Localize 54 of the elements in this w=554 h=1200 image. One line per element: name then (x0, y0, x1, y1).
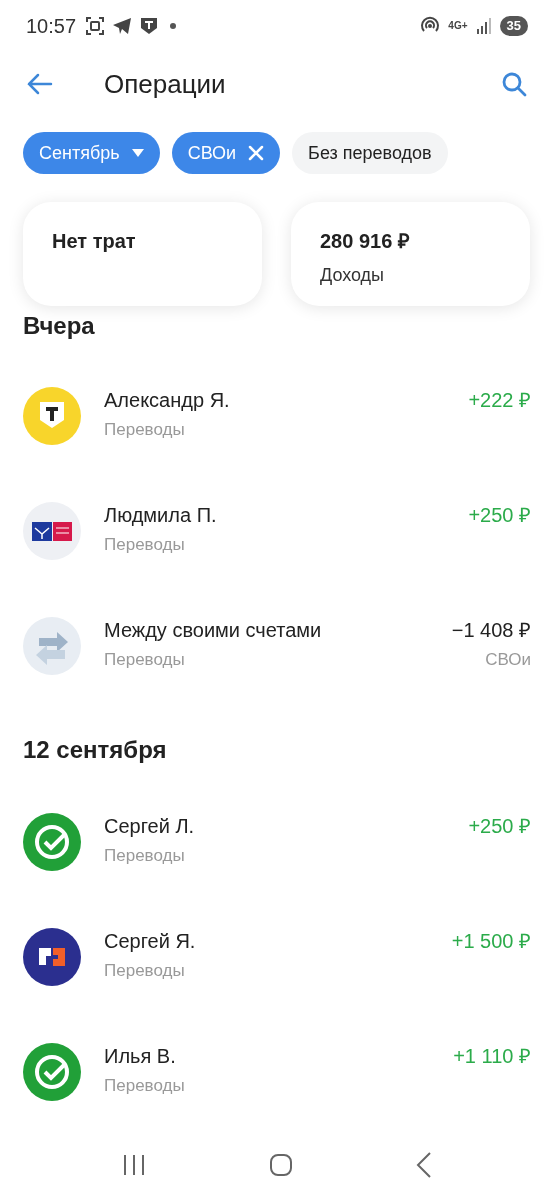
filter-chip[interactable]: СВОи (171, 132, 281, 174)
operation-category: Переводы (104, 534, 186, 556)
shield-icon (140, 17, 159, 35)
operation-row[interactable]: Сергей Л. Переводы +250 ₽ (0, 798, 554, 913)
operation-row[interactable]: Сергей Я. Переводы +1 500 ₽ (0, 913, 554, 1028)
signal-icon (475, 18, 492, 34)
operation-row[interactable]: Илья В. Переводы +1 110 ₽ (0, 1028, 554, 1143)
operation-amount: +250 ₽ (468, 503, 531, 528)
operation-row[interactable]: Между своими счетами Переводы −1 408 ₽ СВОи (0, 602, 554, 717)
shield-logo-icon (23, 387, 81, 445)
operation-name: Между своими счетами (104, 618, 322, 643)
operation-row[interactable]: Людмила П. Переводы +250 ₽ (0, 487, 554, 602)
check-logo-icon (23, 1043, 81, 1101)
network-type: 4G+ (448, 21, 468, 31)
summary-caption: Доходы (320, 264, 386, 287)
summary-value: Нет трат (52, 229, 137, 254)
summary-value: 280 916 ₽ (320, 229, 411, 254)
transfer-arrows-icon (23, 617, 81, 675)
operation-amount: +250 ₽ (468, 814, 531, 839)
operation-amount: −1 408 ₽ (451, 618, 531, 643)
operation-category: Переводы (104, 649, 186, 671)
operation-row[interactable]: Александр Я. Переводы +222 ₽ (0, 372, 554, 487)
recent-apps-icon[interactable] (121, 1153, 146, 1177)
date-heading: 12 сентября (23, 736, 167, 763)
screenshot-icon (86, 17, 105, 35)
operation-name: Александр Я. (104, 388, 230, 413)
operation-category: Переводы (104, 960, 186, 982)
summary-card[interactable]: Нет трат (23, 202, 262, 306)
status-time: 10:57 (26, 14, 77, 39)
operation-category: Переводы (104, 419, 186, 441)
check-logo-icon (23, 813, 81, 871)
operation-name: Сергей Я. (104, 929, 196, 954)
filter-chip[interactable]: Без переводов (292, 132, 448, 174)
operation-category: Переводы (104, 1075, 185, 1097)
account-name: СВОи (485, 649, 531, 671)
paper-plane-icon (112, 17, 133, 35)
operation-name: Сергей Л. (104, 814, 195, 839)
filter-chip[interactable]: Сентябрь (23, 132, 160, 174)
page-title: Операции (104, 67, 226, 101)
close-icon (248, 145, 265, 161)
operation-amount: +1 110 ₽ (453, 1044, 531, 1069)
operation-category: Переводы (104, 845, 186, 867)
operation-name: Людмила П. (104, 503, 217, 528)
operation-name: Илья В. (104, 1044, 177, 1069)
operation-amount: +1 500 ₽ (451, 929, 531, 954)
home-icon[interactable] (269, 1153, 293, 1177)
operation-amount: +222 ₽ (468, 388, 531, 413)
date-heading: Вчера (23, 312, 95, 339)
bank-logo-icon (23, 502, 81, 560)
back-icon[interactable] (416, 1152, 433, 1178)
house-logo-icon (23, 928, 81, 986)
dropdown-icon (131, 149, 144, 157)
battery-level: 35 (499, 16, 528, 36)
summary-card[interactable]: 280 916 ₽ Доходы (291, 202, 530, 306)
